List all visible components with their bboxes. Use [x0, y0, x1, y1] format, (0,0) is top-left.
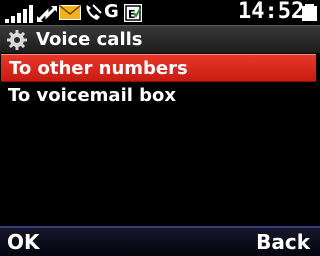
envelope-icon — [59, 5, 81, 20]
data-transfer-icon — [37, 6, 57, 22]
battery-icon — [302, 4, 317, 21]
page-title: Voice calls — [36, 29, 143, 50]
menu-item-label: To voicemail box — [8, 85, 177, 106]
network-type-label: G — [104, 1, 119, 22]
ok-softkey[interactable]: OK — [7, 228, 40, 256]
clock: 14:52 — [238, 0, 305, 24]
missed-call-icon — [86, 4, 102, 20]
softkey-bar: OK Back — [0, 226, 320, 256]
title-bar: Voice calls — [0, 25, 320, 53]
menu-item-to-voicemail-box[interactable]: To voicemail box — [0, 82, 320, 110]
calendar-task-icon: E — [124, 4, 142, 22]
back-softkey[interactable]: Back — [256, 228, 310, 256]
status-bar: G E 14:52 — [0, 0, 320, 25]
settings-gear-icon — [7, 30, 27, 50]
phone-screen: G E 14:52 Voice calls To other numbers T… — [0, 0, 320, 256]
signal-strength-icon — [5, 5, 35, 23]
menu-item-to-other-numbers[interactable]: To other numbers — [1, 54, 316, 82]
menu-item-label: To other numbers — [9, 58, 188, 79]
menu-list: To other numbers To voicemail box — [0, 54, 320, 110]
